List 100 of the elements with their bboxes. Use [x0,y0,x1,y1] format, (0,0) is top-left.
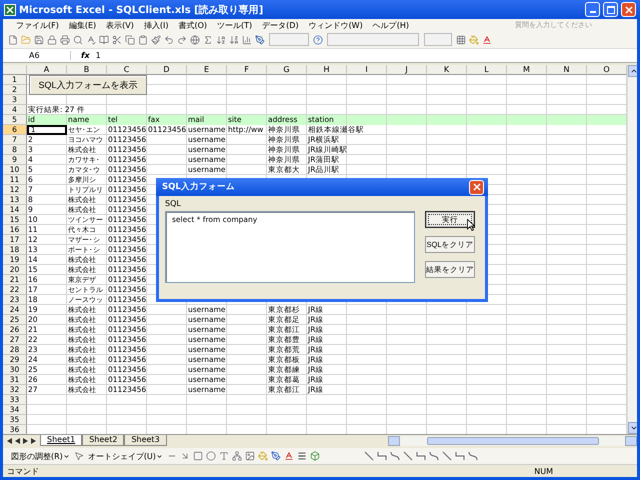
connector-icon[interactable] [428,450,440,462]
minimize-button[interactable] [585,2,600,17]
text-box-icon[interactable] [218,450,230,462]
connector-icon[interactable] [362,450,375,462]
column-header[interactable]: B [67,65,107,76]
close-button[interactable] [621,2,636,17]
sheet-tab[interactable]: Sheet3 [124,435,167,446]
font-size-field[interactable] [424,33,452,46]
magnifier-icon[interactable] [72,34,84,46]
fx-label: fx [80,50,91,60]
column-header[interactable]: J [387,65,427,76]
font-color-icon[interactable] [481,34,493,46]
cut-icon[interactable] [111,34,123,46]
connector-icon[interactable] [454,450,466,462]
column-header[interactable]: D [147,65,187,76]
formula-value[interactable]: 1 [96,50,101,60]
pen-icon[interactable] [270,450,282,462]
lock-icon[interactable] [46,34,58,46]
fill-color-icon[interactable] [468,34,480,46]
column-header[interactable]: C [107,65,147,76]
help-icon[interactable] [312,34,324,46]
close-button[interactable] [469,180,484,195]
font-color-icon[interactable] [282,450,295,462]
scroll-thumb[interactable] [426,436,598,445]
fill-color-icon[interactable] [256,450,269,462]
pen-icon[interactable] [254,34,266,46]
globe-icon[interactable] [189,34,201,46]
connector-icon[interactable] [466,450,479,462]
menu-item[interactable]: ヘルプ(H) [368,20,414,31]
caret-icon [62,452,70,460]
caret-icon [156,452,163,460]
column-header[interactable]: I [347,65,387,76]
connector-icon[interactable] [402,450,414,462]
window-title: Microsoft Excel - SQLClient.xls [読み取り専用] [19,4,264,16]
horizontal-scrollbar[interactable] [388,436,637,446]
close-icon [624,6,632,14]
sum-icon[interactable] [202,34,214,46]
menu-item[interactable]: データ(D) [257,20,304,31]
sort-ascending-icon[interactable] [215,34,227,46]
menu-item[interactable]: ツール(T) [212,20,258,31]
column-header[interactable]: A [27,65,67,76]
column-header[interactable]: M [507,65,547,76]
vertical-scrollbar[interactable] [627,65,637,434]
pointer-icon[interactable] [72,450,85,462]
zoom-field[interactable] [269,33,309,46]
undo-icon[interactable] [163,34,175,46]
menu-item[interactable]: 表示(V) [101,20,139,31]
font-field[interactable] [327,33,419,46]
menu-item[interactable]: ファイル(F) [11,20,64,31]
connector-icon[interactable] [440,450,453,462]
close-icon [472,183,480,192]
connector-icon[interactable] [414,450,427,462]
sort-descending-icon[interactable] [228,34,240,46]
maximize-button[interactable] [603,2,618,17]
new-file-icon[interactable] [7,34,19,46]
show-form-button[interactable]: SQL入力フォームを表示 [29,75,147,96]
connector-icon[interactable] [388,450,401,462]
status-mode: コマンド [7,466,39,477]
rectangle-icon[interactable] [192,450,204,462]
borders-icon[interactable] [455,34,467,46]
column-header[interactable]: O [587,65,627,76]
autoshapes-menu[interactable]: オートシェイプ(U) [86,450,165,462]
copy-icon[interactable] [124,34,136,46]
column-header[interactable]: L [467,65,507,76]
cube-icon[interactable] [308,450,321,462]
spell-check-icon[interactable] [85,34,97,46]
name-box[interactable]: A6 [3,50,71,60]
paste-icon[interactable] [137,34,149,46]
image-icon[interactable] [244,450,256,462]
sheet-tab[interactable]: Sheet1 [40,435,82,446]
chart-icon[interactable] [241,34,253,46]
diagram-icon[interactable] [230,450,243,462]
line-style-icon[interactable] [296,450,308,462]
dialog-title: SQL入力フォーム [162,181,236,194]
column-header[interactable]: G [267,65,307,76]
redo-icon[interactable] [176,34,188,46]
brush-icon[interactable] [150,34,162,46]
spreadsheet-app-icon [4,4,16,16]
column-header[interactable]: H [307,65,347,76]
column-header[interactable]: N [547,65,587,76]
minimize-icon [590,11,596,13]
scroll-down-button[interactable] [628,422,637,434]
num-lock-indicator: NUM [534,466,553,476]
menu-item[interactable]: 編集(E) [64,20,102,31]
sheet-tab[interactable]: Sheet2 [82,435,124,446]
column-header[interactable]: F [227,65,267,76]
printer-icon[interactable] [59,34,71,46]
connector-icon[interactable] [376,450,388,462]
maximize-icon [606,6,614,14]
column-header[interactable]: K [427,65,467,76]
menu-item[interactable]: 挿入(I) [138,20,174,31]
menu-item[interactable]: ウィンドウ(W) [304,20,368,31]
arrange-menu[interactable]: 図形の調整(R) [9,450,72,462]
menu-item[interactable]: 書式(O) [173,20,212,31]
column-header[interactable]: E [187,65,227,76]
book-icon[interactable] [98,34,110,46]
sql-label: SQL [165,199,181,208]
oval-icon[interactable] [204,450,217,462]
scroll-up-button[interactable] [628,65,637,78]
save-icon[interactable] [33,34,45,46]
